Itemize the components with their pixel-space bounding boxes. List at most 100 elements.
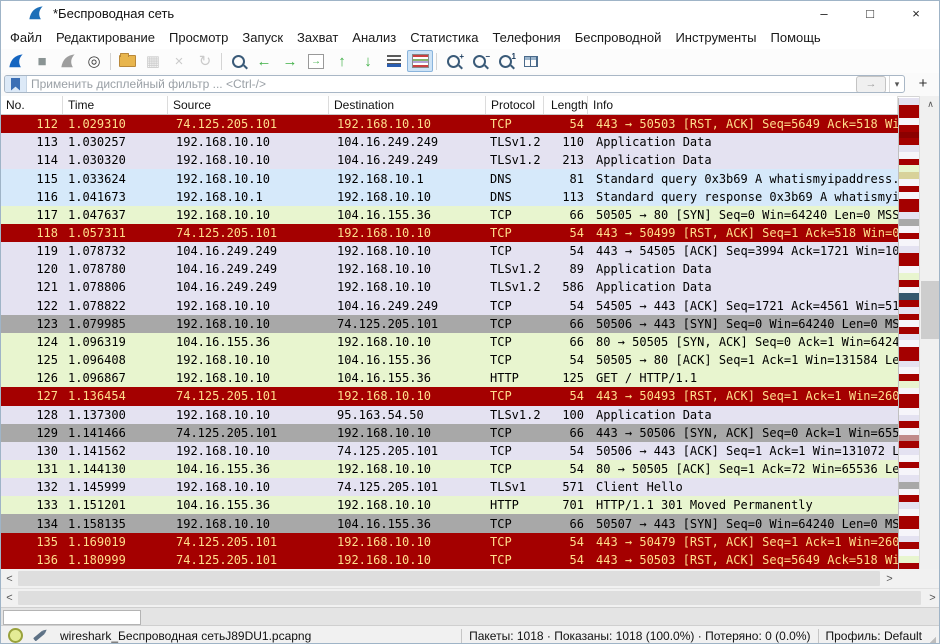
- packet-list-hscrollbar[interactable]: < >: [1, 569, 898, 588]
- capture-start-icon[interactable]: [3, 50, 29, 72]
- resize-columns-icon[interactable]: [518, 50, 544, 72]
- menu-item-10[interactable]: Помощь: [764, 30, 828, 45]
- capture-restart-icon[interactable]: [55, 50, 81, 72]
- filter-dropdown-caret-icon[interactable]: ▾: [889, 76, 904, 92]
- packet-row[interactable]: 1281.137300192.168.10.1095.163.54.50TLSv…: [1, 406, 898, 424]
- menu-item-1[interactable]: Редактирование: [49, 30, 162, 45]
- cell-info: 443 → 50506 [SYN, ACK] Seq=0 Ack=1 Win=6…: [588, 426, 898, 440]
- auto-scroll-icon[interactable]: [381, 50, 407, 72]
- maximize-button[interactable]: □: [847, 1, 893, 25]
- column-header-info[interactable]: Info: [588, 96, 898, 114]
- packet-row[interactable]: 1361.18099974.125.205.101192.168.10.10TC…: [1, 551, 898, 569]
- menu-item-8[interactable]: Беспроводной: [568, 30, 669, 45]
- hscrollbar-thumb[interactable]: [18, 591, 921, 605]
- capture-comment-icon[interactable]: [32, 629, 48, 643]
- cell-len: 54: [544, 444, 588, 458]
- cell-dst: 192.168.10.10: [329, 335, 486, 349]
- packet-row[interactable]: 1271.13645474.125.205.101192.168.10.10TC…: [1, 387, 898, 405]
- menu-item-9[interactable]: Инструменты: [668, 30, 763, 45]
- hscrollbar-thumb[interactable]: [18, 571, 880, 586]
- capture-options-icon[interactable]: ◎: [81, 50, 107, 72]
- packet-row[interactable]: 1251.096408192.168.10.10104.16.155.36TCP…: [1, 351, 898, 369]
- packet-row[interactable]: 1311.144130104.16.155.36192.168.10.10TCP…: [1, 460, 898, 478]
- go-to-packet-icon[interactable]: →: [303, 50, 329, 72]
- column-header-source[interactable]: Source: [168, 96, 329, 114]
- column-header-destination[interactable]: Destination: [329, 96, 486, 114]
- display-filter-input[interactable]: [27, 76, 856, 92]
- minimap-stripe: [899, 111, 919, 118]
- cell-len: 54: [544, 462, 588, 476]
- open-file-icon[interactable]: [114, 50, 140, 72]
- menu-item-0[interactable]: Файл: [3, 30, 49, 45]
- go-top-icon[interactable]: ↑: [329, 50, 355, 72]
- packet-row[interactable]: 1351.16901974.125.205.101192.168.10.10TC…: [1, 533, 898, 551]
- minimap-stripe: [899, 516, 919, 523]
- reload-file-icon[interactable]: ↻: [192, 50, 218, 72]
- menu-item-2[interactable]: Просмотр: [162, 30, 235, 45]
- vertical-scrollbar[interactable]: ∧ ∨: [919, 96, 940, 588]
- expert-info-icon[interactable]: [8, 628, 23, 643]
- packet-row[interactable]: 1301.141562192.168.10.1074.125.205.101TC…: [1, 442, 898, 460]
- packet-row[interactable]: 1181.05731174.125.205.101192.168.10.10TC…: [1, 224, 898, 242]
- menu-item-4[interactable]: Захват: [290, 30, 345, 45]
- menu-item-5[interactable]: Анализ: [345, 30, 403, 45]
- packet-row[interactable]: 1151.033624192.168.10.10192.168.10.1DNS8…: [1, 169, 898, 187]
- packet-row[interactable]: 1291.14146674.125.205.101192.168.10.10TC…: [1, 424, 898, 442]
- profile-selector[interactable]: Профиль: Default: [826, 629, 923, 643]
- packet-row[interactable]: 1331.151201104.16.155.36192.168.10.10HTT…: [1, 496, 898, 514]
- minimize-button[interactable]: –: [801, 1, 847, 25]
- go-forward-icon[interactable]: →: [277, 50, 303, 72]
- save-file-icon[interactable]: ▦: [140, 50, 166, 72]
- zoom-out-icon[interactable]: −: [466, 50, 492, 72]
- minimap-stripe: [899, 159, 919, 166]
- column-header-length[interactable]: Length: [544, 96, 588, 114]
- display-filter-field[interactable]: → ▾: [4, 75, 905, 93]
- packet-row[interactable]: 1221.078822192.168.10.10104.16.249.249TC…: [1, 297, 898, 315]
- packet-row[interactable]: 1131.030257192.168.10.10104.16.249.249TL…: [1, 133, 898, 151]
- close-file-icon[interactable]: ×: [166, 50, 192, 72]
- packet-row[interactable]: 1141.030320192.168.10.10104.16.249.249TL…: [1, 151, 898, 169]
- column-header-protocol[interactable]: Protocol: [486, 96, 544, 114]
- packet-row[interactable]: 1161.041673192.168.10.1192.168.10.10DNS1…: [1, 188, 898, 206]
- column-header-time[interactable]: Time: [63, 96, 168, 114]
- scroll-right-icon[interactable]: >: [881, 569, 898, 588]
- packet-row[interactable]: 1201.078780104.16.249.249192.168.10.10TL…: [1, 260, 898, 278]
- packet-row[interactable]: 1211.078806104.16.249.249192.168.10.10TL…: [1, 278, 898, 296]
- menu-item-7[interactable]: Телефония: [485, 30, 567, 45]
- zoom-in-icon[interactable]: +: [440, 50, 466, 72]
- go-bottom-icon[interactable]: ↓: [355, 50, 381, 72]
- vertical-scrollbar-thumb[interactable]: [921, 281, 940, 339]
- colorize-icon[interactable]: [407, 50, 433, 72]
- cell-src: 74.125.205.101: [168, 117, 329, 131]
- apply-filter-icon[interactable]: →: [856, 76, 886, 93]
- scroll-left-icon[interactable]: <: [1, 569, 18, 588]
- packet-row[interactable]: 1321.145999192.168.10.1074.125.205.101TL…: [1, 478, 898, 496]
- cell-info: Standard query response 0x3b69 A whatism…: [588, 190, 898, 204]
- cell-proto: TCP: [486, 517, 544, 531]
- column-header-no[interactable]: No.: [1, 96, 63, 114]
- packet-row[interactable]: 1191.078732104.16.249.249192.168.10.10TC…: [1, 242, 898, 260]
- go-back-icon[interactable]: ←: [251, 50, 277, 72]
- packet-row[interactable]: 1261.096867192.168.10.10104.16.155.36HTT…: [1, 369, 898, 387]
- zoom-original-icon[interactable]: 1: [492, 50, 518, 72]
- add-filter-button[interactable]: +: [912, 75, 934, 92]
- filter-bookmark-icon[interactable]: [5, 76, 27, 92]
- menu-item-6[interactable]: Статистика: [403, 30, 485, 45]
- lower-hscrollbar[interactable]: < >: [1, 588, 940, 607]
- cell-proto: TCP: [486, 353, 544, 367]
- packet-row[interactable]: 1121.02931074.125.205.101192.168.10.10TC…: [1, 115, 898, 133]
- packet-row[interactable]: 1241.096319104.16.155.36192.168.10.10TCP…: [1, 333, 898, 351]
- scroll-up-icon[interactable]: ∧: [920, 96, 940, 113]
- scroll-right-icon[interactable]: >: [924, 589, 940, 607]
- find-packet-icon[interactable]: [225, 50, 251, 72]
- packet-minimap-scrollbar[interactable]: [898, 98, 919, 569]
- packet-row[interactable]: 1171.047637192.168.10.10104.16.155.36TCP…: [1, 206, 898, 224]
- scroll-left-icon[interactable]: <: [1, 589, 18, 607]
- capture-stop-icon[interactable]: ■: [29, 50, 55, 72]
- close-button[interactable]: ×: [893, 1, 939, 25]
- menu-item-3[interactable]: Запуск: [235, 30, 290, 45]
- packet-row[interactable]: 1341.158135192.168.10.10104.16.155.36TCP…: [1, 514, 898, 532]
- minimap-stripe: [899, 152, 919, 159]
- packet-row[interactable]: 1231.079985192.168.10.1074.125.205.101TC…: [1, 315, 898, 333]
- resize-grip[interactable]: [927, 636, 936, 644]
